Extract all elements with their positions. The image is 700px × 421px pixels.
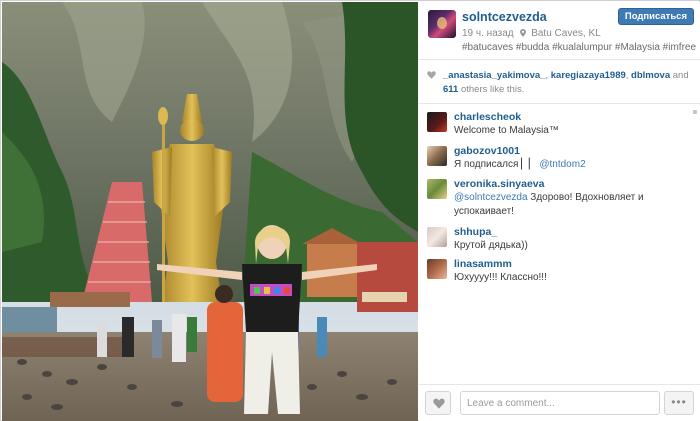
mention-link[interactable]: @solntcezvezda: [454, 192, 528, 203]
post-location[interactable]: Batu Caves, KL: [531, 28, 600, 39]
likes-and: and: [670, 70, 689, 81]
comment-text: Крутой дядька)): [454, 240, 528, 251]
avatar[interactable]: [428, 10, 456, 38]
avatar[interactable]: [427, 112, 447, 132]
more-options-button[interactable]: •••: [664, 391, 694, 415]
likes-suffix: others like this.: [458, 84, 525, 95]
like-button[interactable]: [425, 391, 451, 415]
divider: [419, 59, 700, 60]
photo-illustration: [2, 2, 418, 421]
avatar[interactable]: [427, 259, 447, 279]
comments-scrollbar[interactable]: [693, 110, 697, 114]
comment-username[interactable]: gabozov1001: [454, 145, 520, 157]
comment-input[interactable]: [460, 391, 660, 415]
comment-username[interactable]: shhupa_: [454, 226, 497, 238]
comment-footer: •••: [419, 384, 700, 421]
comment-text: Welcome to Malaysia™: [454, 125, 559, 136]
liker-link[interactable]: karegiazaya1989: [551, 70, 626, 81]
post-time[interactable]: 19 ч. назад: [462, 28, 514, 39]
likes-count[interactable]: 611: [443, 84, 458, 95]
comment-username[interactable]: veronika.sinyaeva: [454, 178, 544, 190]
post-header: solntcezvezda 19 ч. назад Batu Caves, KL…: [419, 2, 700, 59]
location-pin-icon: [520, 29, 527, 37]
mention-link[interactable]: @tntdom2: [539, 159, 585, 170]
post-window: solntcezvezda 19 ч. назад Batu Caves, KL…: [0, 0, 700, 421]
post-meta: 19 ч. назад Batu Caves, KL: [462, 28, 601, 39]
post-details-panel: solntcezvezda 19 ч. назад Batu Caves, KL…: [419, 2, 700, 421]
comment-text: Юхуууу!!! Классно!!!: [454, 272, 547, 283]
liker-link[interactable]: _anastasia_yakimova_: [443, 70, 545, 81]
comment-text: Я подписался ▏▏ @tntdom2: [454, 158, 690, 172]
divider: [419, 103, 700, 104]
comment-text: @solntcezvezda Здорово! Вдохновляет и ус…: [454, 191, 690, 219]
follow-button[interactable]: Подписаться: [617, 8, 694, 25]
comment-username[interactable]: charlescheok: [454, 111, 521, 123]
avatar[interactable]: [427, 227, 447, 247]
post-hashtags[interactable]: #batucaves #budda #kualalumpur #Malaysia…: [462, 42, 696, 53]
comment-body: Я подписался ▏▏: [454, 159, 540, 170]
likes-summary: _anastasia_yakimova_, karegiazaya1989, d…: [427, 69, 695, 97]
post-photo[interactable]: [2, 2, 418, 421]
liker-link[interactable]: dblmova: [631, 70, 670, 81]
post-username[interactable]: solntcezvezda: [462, 10, 547, 24]
avatar[interactable]: [427, 146, 447, 166]
heart-icon: [427, 71, 436, 79]
comment-username[interactable]: linasammm: [454, 258, 512, 270]
heart-icon: [433, 398, 445, 409]
avatar[interactable]: [427, 179, 447, 199]
